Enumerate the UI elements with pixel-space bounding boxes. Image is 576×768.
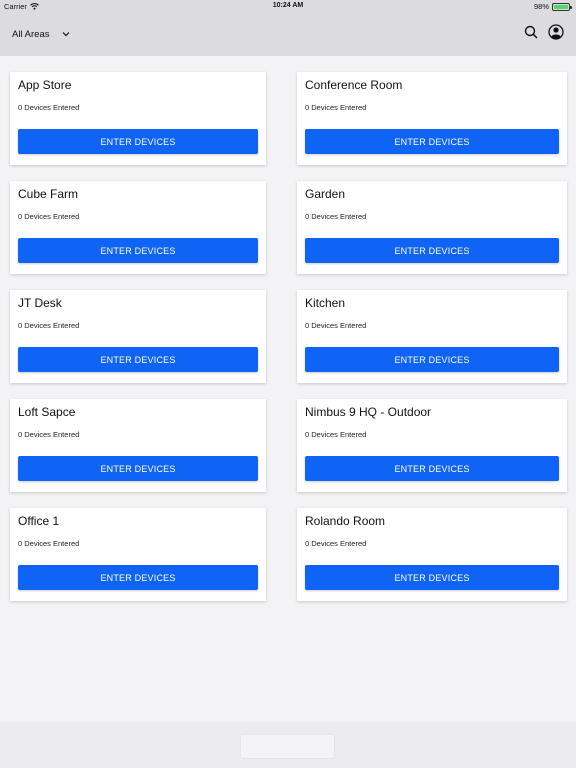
screen: Carrier 10:24 AM 98% All Areas App Store… <box>0 0 576 768</box>
enter-devices-button[interactable]: ENTER DEVICES <box>18 347 258 372</box>
devices-entered-count: 0 Devices Entered <box>18 212 80 221</box>
devices-entered-count: 0 Devices Entered <box>305 539 367 548</box>
profile-icon[interactable] <box>548 24 564 40</box>
nav-actions <box>524 24 564 40</box>
area-name: App Store <box>18 78 72 92</box>
enter-devices-button[interactable]: ENTER DEVICES <box>305 347 559 372</box>
area-name: Garden <box>305 187 346 201</box>
status-time: 10:24 AM <box>272 2 304 9</box>
area-card: Garden 0 Devices Entered ENTER DEVICES <box>297 181 567 274</box>
devices-entered-count: 0 Devices Entered <box>18 539 80 548</box>
enter-devices-button[interactable]: ENTER DEVICES <box>305 565 559 590</box>
area-card: App Store 0 Devices Entered ENTER DEVICES <box>10 72 266 165</box>
area-name: Loft Sapce <box>18 405 76 419</box>
area-card: JT Desk 0 Devices Entered ENTER DEVICES <box>10 290 266 383</box>
enter-devices-button[interactable]: ENTER DEVICES <box>18 238 258 263</box>
area-name: Conference Room <box>305 78 403 92</box>
enter-devices-button[interactable]: ENTER DEVICES <box>305 129 559 154</box>
search-icon[interactable] <box>524 25 538 39</box>
bottom-bar <box>0 722 576 768</box>
area-card: Nimbus 9 HQ - Outdoor 0 Devices Entered EN… <box>297 399 567 492</box>
area-filter-dropdown[interactable]: All Areas <box>12 25 70 43</box>
area-name: Cube Farm <box>18 187 79 201</box>
devices-entered-count: 0 Devices Entered <box>18 321 80 330</box>
area-name: JT Desk <box>18 296 62 310</box>
area-card: Cube Farm 0 Devices Entered ENTER DEVICES <box>10 181 266 274</box>
battery-percent: 98% <box>533 2 549 11</box>
area-card: Kitchen 0 Devices Entered ENTER DEVICES <box>297 290 567 383</box>
enter-devices-button[interactable]: ENTER DEVICES <box>305 238 559 263</box>
enter-devices-button[interactable]: ENTER DEVICES <box>18 456 258 481</box>
area-name: Rolando Room <box>305 514 386 528</box>
area-card: Office 1 0 Devices Entered ENTER DEVICES <box>10 508 266 601</box>
enter-devices-button[interactable]: ENTER DEVICES <box>18 129 258 154</box>
devices-entered-count: 0 Devices Entered <box>305 212 367 221</box>
area-card: Conference Room 0 Devices Entered ENTER DE… <box>297 72 567 165</box>
battery-icon <box>552 2 572 11</box>
enter-devices-button[interactable]: ENTER DEVICES <box>18 565 258 590</box>
devices-entered-count: 0 Devices Entered <box>305 430 367 439</box>
nav-bar: All Areas <box>0 14 576 56</box>
area-name: Kitchen <box>305 296 346 310</box>
devices-entered-count: 0 Devices Entered <box>305 103 367 112</box>
area-card: Rolando Room 0 Devices Entered ENTER DEVIC… <box>297 508 567 601</box>
area-card: Loft Sapce 0 Devices Entered ENTER DEVICES <box>10 399 266 492</box>
area-name: Office 1 <box>18 514 60 528</box>
area-grid: App Store 0 Devices Entered ENTER DEVICES C… <box>10 72 567 601</box>
devices-entered-count: 0 Devices Entered <box>18 430 80 439</box>
chevron-down-icon <box>62 31 70 37</box>
status-right: 98% <box>533 2 572 11</box>
enter-devices-button[interactable]: ENTER DEVICES <box>305 456 559 481</box>
devices-entered-count: 0 Devices Entered <box>305 321 367 330</box>
bottom-action-button[interactable] <box>240 734 335 759</box>
devices-entered-count: 0 Devices Entered <box>18 103 80 112</box>
area-name: Nimbus 9 HQ - Outdoor <box>305 405 432 419</box>
area-filter-label: All Areas <box>12 28 50 40</box>
battery-fill <box>554 4 568 9</box>
status-bar: Carrier 10:24 AM 98% <box>0 0 576 14</box>
